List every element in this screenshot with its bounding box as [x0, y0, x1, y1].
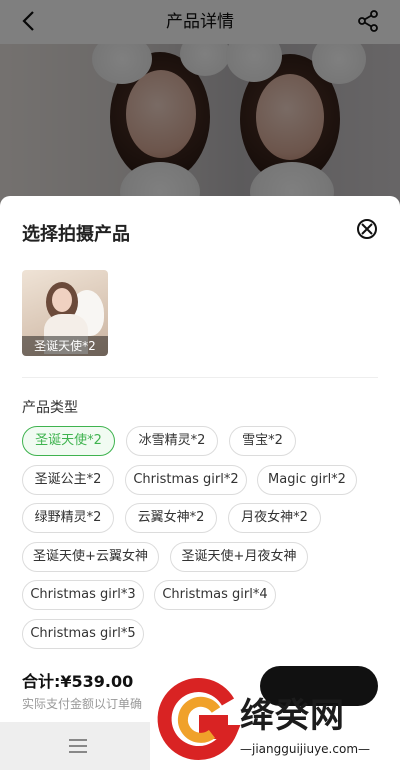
- chip-product-type[interactable]: 冰雪精灵*2: [126, 426, 218, 456]
- chip-product-type[interactable]: 圣诞天使+云翼女神: [22, 542, 159, 572]
- chip-product-type[interactable]: 圣诞公主*2: [22, 465, 114, 495]
- divider: [22, 377, 378, 378]
- chip-product-type[interactable]: 月夜女神*2: [228, 503, 321, 533]
- close-button[interactable]: [356, 218, 378, 240]
- chip-product-type[interactable]: 绿野精灵*2: [22, 503, 114, 533]
- watermark-name: 绛癸网: [240, 696, 345, 736]
- sheet-title: 选择拍摄产品: [22, 224, 130, 245]
- thumbnail-label: 圣诞天使*2: [22, 336, 108, 356]
- chip-product-type[interactable]: Christmas girl*5: [22, 619, 144, 649]
- chip-product-type[interactable]: 云翼女神*2: [125, 503, 217, 533]
- chip-product-type[interactable]: 圣诞天使+月夜女神: [170, 542, 308, 572]
- watermark-url: —jiangguijiuye.com—: [240, 742, 371, 756]
- chip-product-type[interactable]: Christmas girl*4: [154, 580, 276, 610]
- chip-product-type[interactable]: Magic girl*2: [257, 465, 357, 495]
- menu-icon: [69, 739, 87, 753]
- chip-product-type[interactable]: Christmas girl*2: [125, 465, 247, 495]
- menu-button[interactable]: [68, 738, 88, 754]
- total-note: 实际支付金额以订单确: [22, 697, 143, 711]
- selected-product-thumbnail[interactable]: 圣诞天使*2: [22, 270, 108, 356]
- close-circle-icon: [357, 219, 377, 239]
- chip-product-type[interactable]: Christmas girl*3: [22, 580, 144, 610]
- chip-product-type[interactable]: 雪宝*2: [229, 426, 296, 456]
- product-type-label: 产品类型: [22, 400, 78, 416]
- chip-product-type[interactable]: 圣诞天使*2: [22, 426, 115, 456]
- total-price: 合计:¥539.00: [22, 672, 134, 691]
